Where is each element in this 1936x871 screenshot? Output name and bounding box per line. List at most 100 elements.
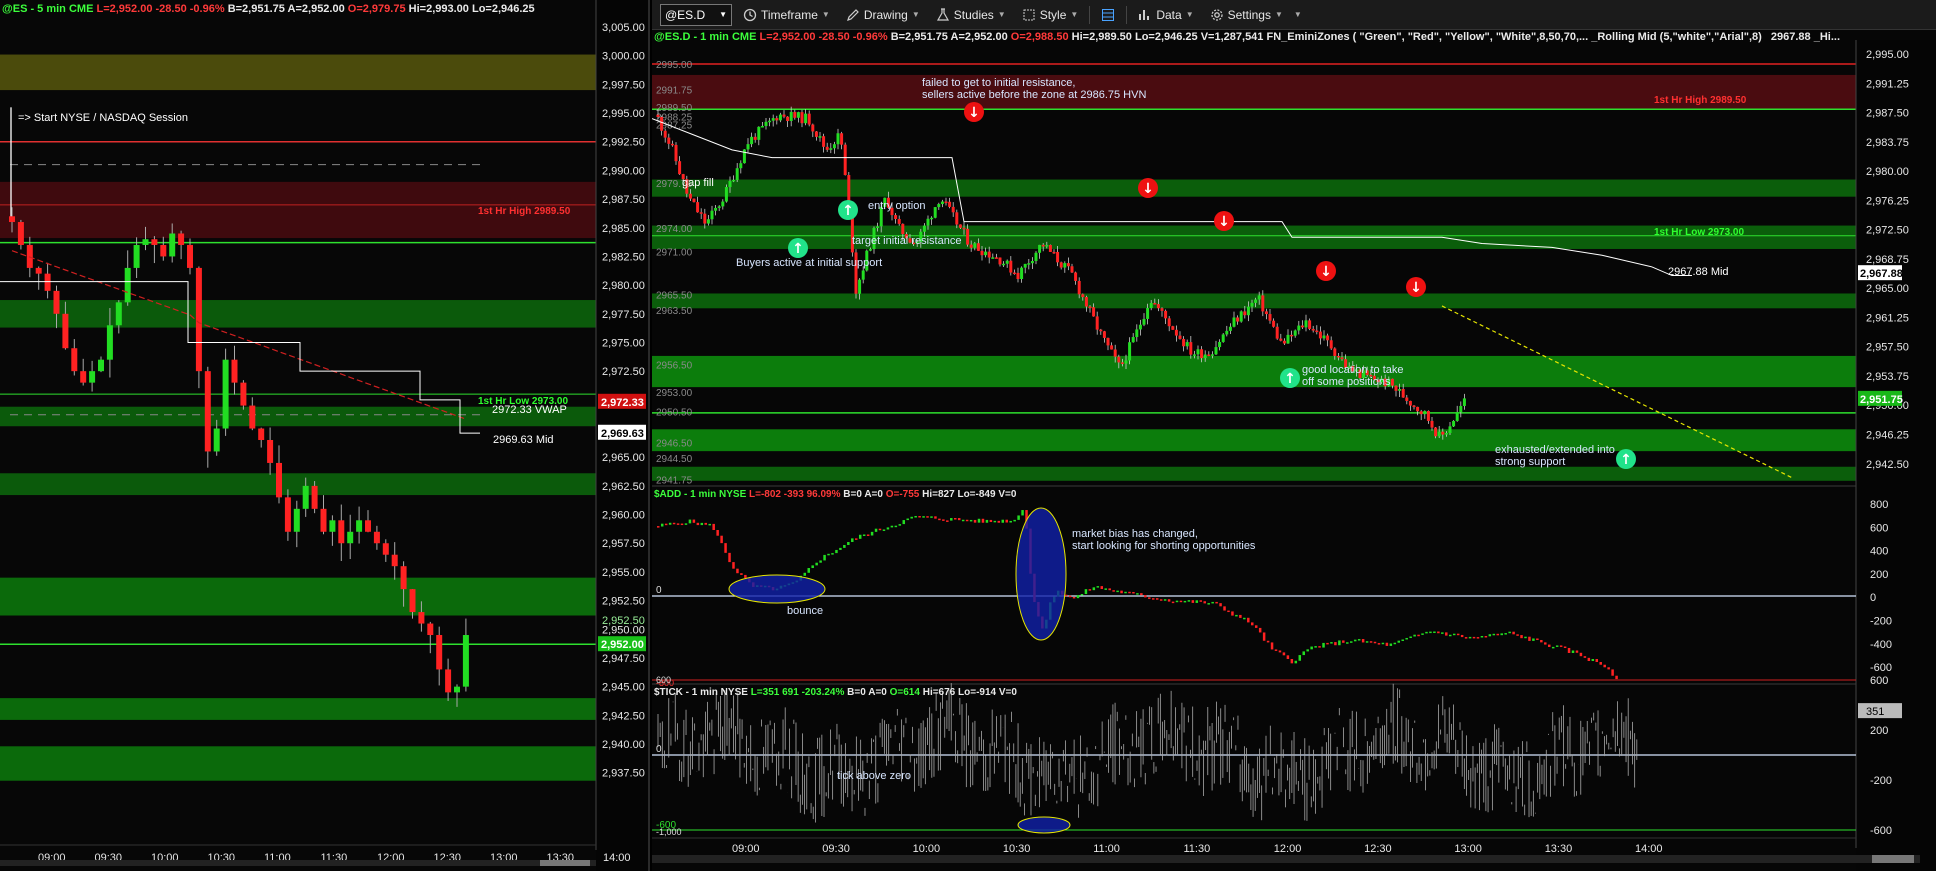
add-candle <box>1532 638 1535 641</box>
left-price-label: 2,985.00 <box>602 223 645 235</box>
left-horizontal-scrollbar[interactable] <box>0 860 596 866</box>
add-candle <box>1369 641 1373 643</box>
right-mid-value: 2967.88 <box>1770 31 1811 43</box>
add-candle <box>1488 634 1492 637</box>
right-candle-body <box>1160 308 1164 311</box>
left-candle-body <box>53 290 60 314</box>
add-candle <box>922 516 925 518</box>
add-candle <box>1302 651 1305 656</box>
left-candle-body <box>356 520 363 532</box>
es-1min-chart-window[interactable]: 2995.00 2991.75 2989.50 2988.25 2987.25 2979.… <box>652 0 1936 871</box>
right-candle-body <box>1232 317 1236 327</box>
add-candle <box>1587 657 1591 661</box>
studies-menu[interactable]: Studies ▼ <box>931 6 1011 24</box>
layout-toggle-button[interactable] <box>1096 6 1120 24</box>
symbol-selector[interactable]: @ES.D ▼ <box>660 3 732 26</box>
left-hr-high-label: 1st Hr High 2989.50 <box>478 206 571 217</box>
drawing-menu[interactable]: Drawing ▼ <box>841 6 925 24</box>
right-candle-body <box>1214 347 1218 355</box>
add-candle <box>882 529 886 531</box>
left-lo: Lo=2,946.25 <box>471 3 535 15</box>
left-candle-body <box>106 325 113 360</box>
right-price-label: 2,987.50 <box>1866 108 1909 120</box>
right-candle-body <box>699 212 703 214</box>
add-candle <box>1528 636 1531 641</box>
add-candle <box>1092 587 1096 591</box>
right-candle-body <box>1434 427 1438 437</box>
add-candle <box>1171 601 1175 604</box>
add-name: $ADD - 1 min NYSE <box>654 489 747 500</box>
add-candle <box>946 520 949 522</box>
add-candle <box>1203 601 1206 604</box>
right-pct: -0.96% <box>852 31 888 43</box>
add-candle <box>716 530 719 536</box>
add-candle <box>688 519 692 524</box>
add-candle <box>1270 642 1274 650</box>
right-candle-body <box>1398 389 1402 391</box>
bar-chart-icon <box>1139 9 1150 20</box>
add-candle <box>1365 641 1369 643</box>
add-candle <box>926 516 929 518</box>
right-price-label: 2,968.75 <box>1866 254 1909 266</box>
add-candle <box>831 553 834 555</box>
right-candle-body <box>987 251 991 258</box>
right-candle-body <box>764 121 768 126</box>
right-candle-body <box>861 270 865 280</box>
add-candle <box>1175 600 1179 603</box>
add-candle <box>827 553 830 556</box>
right-candle-body <box>1462 398 1466 406</box>
right-ask: A=2,952.00 <box>950 31 1008 43</box>
add-candle <box>942 519 945 521</box>
sell-arrow-icon-glyph: ↓ <box>1320 264 1332 280</box>
add-candle <box>1611 669 1614 676</box>
right-horizontal-scrollbar[interactable] <box>652 855 1920 863</box>
right-candle-body <box>1099 329 1103 332</box>
add-candle <box>1508 631 1511 634</box>
add-candle <box>1215 601 1218 604</box>
settings-menu[interactable]: Settings ▼ <box>1205 6 1288 24</box>
studies-label: Studies <box>953 7 994 22</box>
overflow-chevron-icon[interactable]: ▼ <box>1294 10 1302 19</box>
left-candle-body <box>9 216 15 223</box>
right-candle-body <box>1142 318 1146 325</box>
right-time-label: 11:00 <box>1093 843 1120 855</box>
flask-icon <box>936 7 949 21</box>
data-menu[interactable]: Data ▼ <box>1133 6 1198 24</box>
right-candle-body <box>1016 272 1020 280</box>
right-price-zone <box>652 293 1856 309</box>
add-candle <box>1484 635 1488 638</box>
note-target-resistance: target initial resistance <box>852 235 962 247</box>
left-candle-body <box>284 497 291 532</box>
add-candle <box>878 528 882 531</box>
add-candle <box>1298 655 1302 661</box>
clock-icon <box>743 8 757 21</box>
add-candle <box>1346 642 1349 644</box>
add-candle <box>807 568 810 573</box>
left-pct: -0.96% <box>189 3 225 15</box>
add-candle <box>1017 515 1020 520</box>
chart-toolbar: @ES.D ▼ Timeframe ▼ Drawing ▼ Studies ▼ Sty… <box>652 0 1936 30</box>
left-mid-label: 2969.63 Mid <box>493 434 554 446</box>
style-menu[interactable]: Style ▼ <box>1017 6 1084 24</box>
right-open: O=2,988.50 <box>1010 31 1069 43</box>
right-candle-body <box>962 227 966 230</box>
add-candle <box>1191 600 1195 603</box>
right-candle-body <box>1210 354 1214 356</box>
right-candle-body <box>667 137 671 144</box>
es-5min-chart-window[interactable]: 3,005.00 3,000.00 2,997.50 2,995.00 2,992.50… <box>0 0 650 871</box>
right-candle-body <box>1056 251 1060 263</box>
right-candle-body <box>922 225 926 232</box>
right-candle-body <box>1254 299 1258 303</box>
add-candle <box>1472 636 1476 639</box>
left-price-zone <box>0 54 596 91</box>
chevron-down-icon: ▼ <box>911 10 920 19</box>
es-1min-multi-pane-chart[interactable]: 2995.002991.752989.502988.252987.252979.… <box>652 0 1936 871</box>
right-candle-body <box>1153 303 1157 305</box>
timeframe-menu[interactable]: Timeframe ▼ <box>738 6 835 24</box>
left-candle-body <box>267 439 274 463</box>
left-price-label: 2,990.00 <box>602 165 645 177</box>
right-candle-body <box>1416 406 1420 412</box>
add-candle <box>1397 640 1401 643</box>
note-bias-line1: market bias has changed, <box>1072 528 1198 540</box>
right-candle-body <box>933 207 937 218</box>
